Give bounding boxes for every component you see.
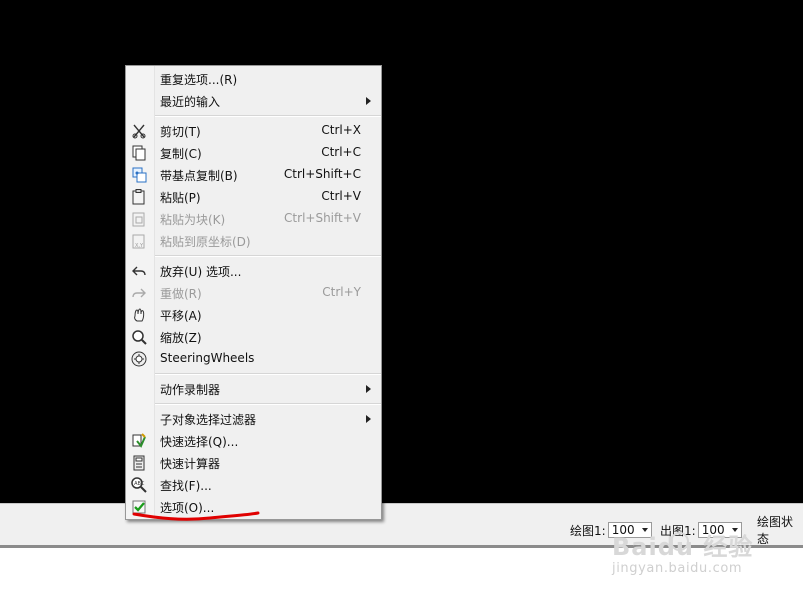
dropdown-arrow-icon [641,528,648,532]
menu-separator [155,373,381,375]
menu-item-shortcut: Ctrl+V [321,189,361,203]
menu-item-shortcut: Ctrl+Shift+V [284,211,361,225]
menu-item-label: 最近的输入 [160,95,221,109]
paste-coordinates-icon: X,Y [130,232,148,250]
zoom-icon [130,328,148,346]
menu-item-label: 子对象选择过滤器 [160,413,257,427]
menu-item-label: 粘贴到原坐标(D) [160,235,251,249]
menu-item[interactable]: 重复选项...(R) [126,68,381,90]
menu-item[interactable]: 最近的输入 [126,90,381,112]
menu-item-shortcut: Ctrl+Shift+C [283,167,361,181]
menu-item-label: SteeringWheels [160,351,255,365]
menu-item[interactable]: 带基点复制(B) Ctrl+Shift+C [126,164,381,186]
options-check-icon [130,498,148,516]
menu-item-label: 粘贴为块(K) [160,213,226,227]
menu-item[interactable]: 选项(O)... [126,496,381,518]
menu-item[interactable]: X,Y 粘贴到原坐标(D) [126,230,381,252]
undo-icon [130,262,148,280]
menu-item[interactable]: 子对象选择过滤器 [126,408,381,430]
menu-item-label: 选项(O)... [160,501,215,515]
drawing-status-label: 绘图状态 [757,515,794,546]
menu-item[interactable]: 重做(R) Ctrl+Y [126,282,381,304]
scissors-icon [130,122,148,140]
submenu-arrow-icon [366,415,371,423]
paste-icon [130,188,148,206]
menu-item-label: 放弃(U) 选项... [160,265,242,279]
menu-item[interactable]: 复制(C) Ctrl+C [126,142,381,164]
drawing-scale-value: 100 [611,523,635,537]
menu-item[interactable]: 粘贴(P) Ctrl+V [126,186,381,208]
submenu-arrow-icon [366,97,371,105]
menu-item[interactable]: 平移(A) [126,304,381,326]
calculator-icon [130,454,148,472]
plot-scale-control[interactable]: 出图1: 100 [660,518,744,542]
menu-item-shortcut: Ctrl+Y [322,285,361,299]
svg-text:ABC: ABC [134,481,145,487]
menu-item[interactable]: 放弃(U) 选项... [126,260,381,282]
quick-select-icon [130,432,148,450]
plot-scale-select[interactable]: 100 [697,522,742,538]
menu-separator [155,403,381,405]
menu-item[interactable]: 快速选择(Q)... [126,430,381,452]
menu-item-shortcut: Ctrl+X [321,123,361,137]
steering-wheel-icon [130,350,148,368]
submenu-arrow-icon [366,385,371,393]
drawing-canvas[interactable] [0,0,803,503]
svg-text:X,Y: X,Y [135,243,144,249]
menu-item[interactable]: 剪切(T) Ctrl+X [126,120,381,142]
menu-item[interactable]: 粘贴为块(K) Ctrl+Shift+V [126,208,381,230]
menu-item[interactable]: 动作录制器 [126,378,381,400]
menu-item-label: 剪切(T) [160,125,201,139]
drawing-status[interactable]: 绘图状态 [757,515,803,546]
menu-item-label: 平移(A) [160,309,202,323]
context-menu: 重复选项...(R) 最近的输入剪切(T) Ctrl+X 复制(C) Ctrl+C 带基点… [125,65,382,520]
menu-item-label: 缩放(Z) [160,331,202,345]
menu-item-label: 复制(C) [160,147,202,161]
menu-item[interactable]: 快速计算器 [126,452,381,474]
paste-block-icon [130,210,148,228]
drawing-scale-select[interactable]: 100 [607,522,652,538]
plot-scale-value: 100 [701,523,725,537]
menu-item[interactable]: 缩放(Z) [126,326,381,348]
redo-icon [130,284,148,302]
menu-item-label: 粘贴(P) [160,191,201,205]
menu-item-label: 动作录制器 [160,383,221,397]
menu-item-label: 快速计算器 [160,457,221,471]
menu-item[interactable]: ABC 查找(F)... [126,474,381,496]
copy-base-point-icon [130,166,148,184]
menu-item-label: 快速选择(Q)... [160,435,239,449]
find-icon: ABC [130,476,148,494]
menu-separator [155,115,381,117]
menu-separator [155,255,381,257]
pan-hand-icon [130,306,148,324]
menu-item-shortcut: Ctrl+C [321,145,361,159]
drawing-scale-label: 绘图1: [570,523,606,538]
menu-item[interactable]: SteeringWheels [126,348,381,370]
copy-icon [130,144,148,162]
footer-area [0,548,803,600]
plot-scale-label: 出图1: [660,523,696,538]
drawing-scale-control[interactable]: 绘图1: 100 [570,518,654,542]
dropdown-arrow-icon [731,528,738,532]
menu-item-label: 重复选项...(R) [160,73,238,87]
menu-item-label: 带基点复制(B) [160,169,238,183]
menu-item-label: 重做(R) [160,287,202,301]
menu-item-label: 查找(F)... [160,479,212,493]
